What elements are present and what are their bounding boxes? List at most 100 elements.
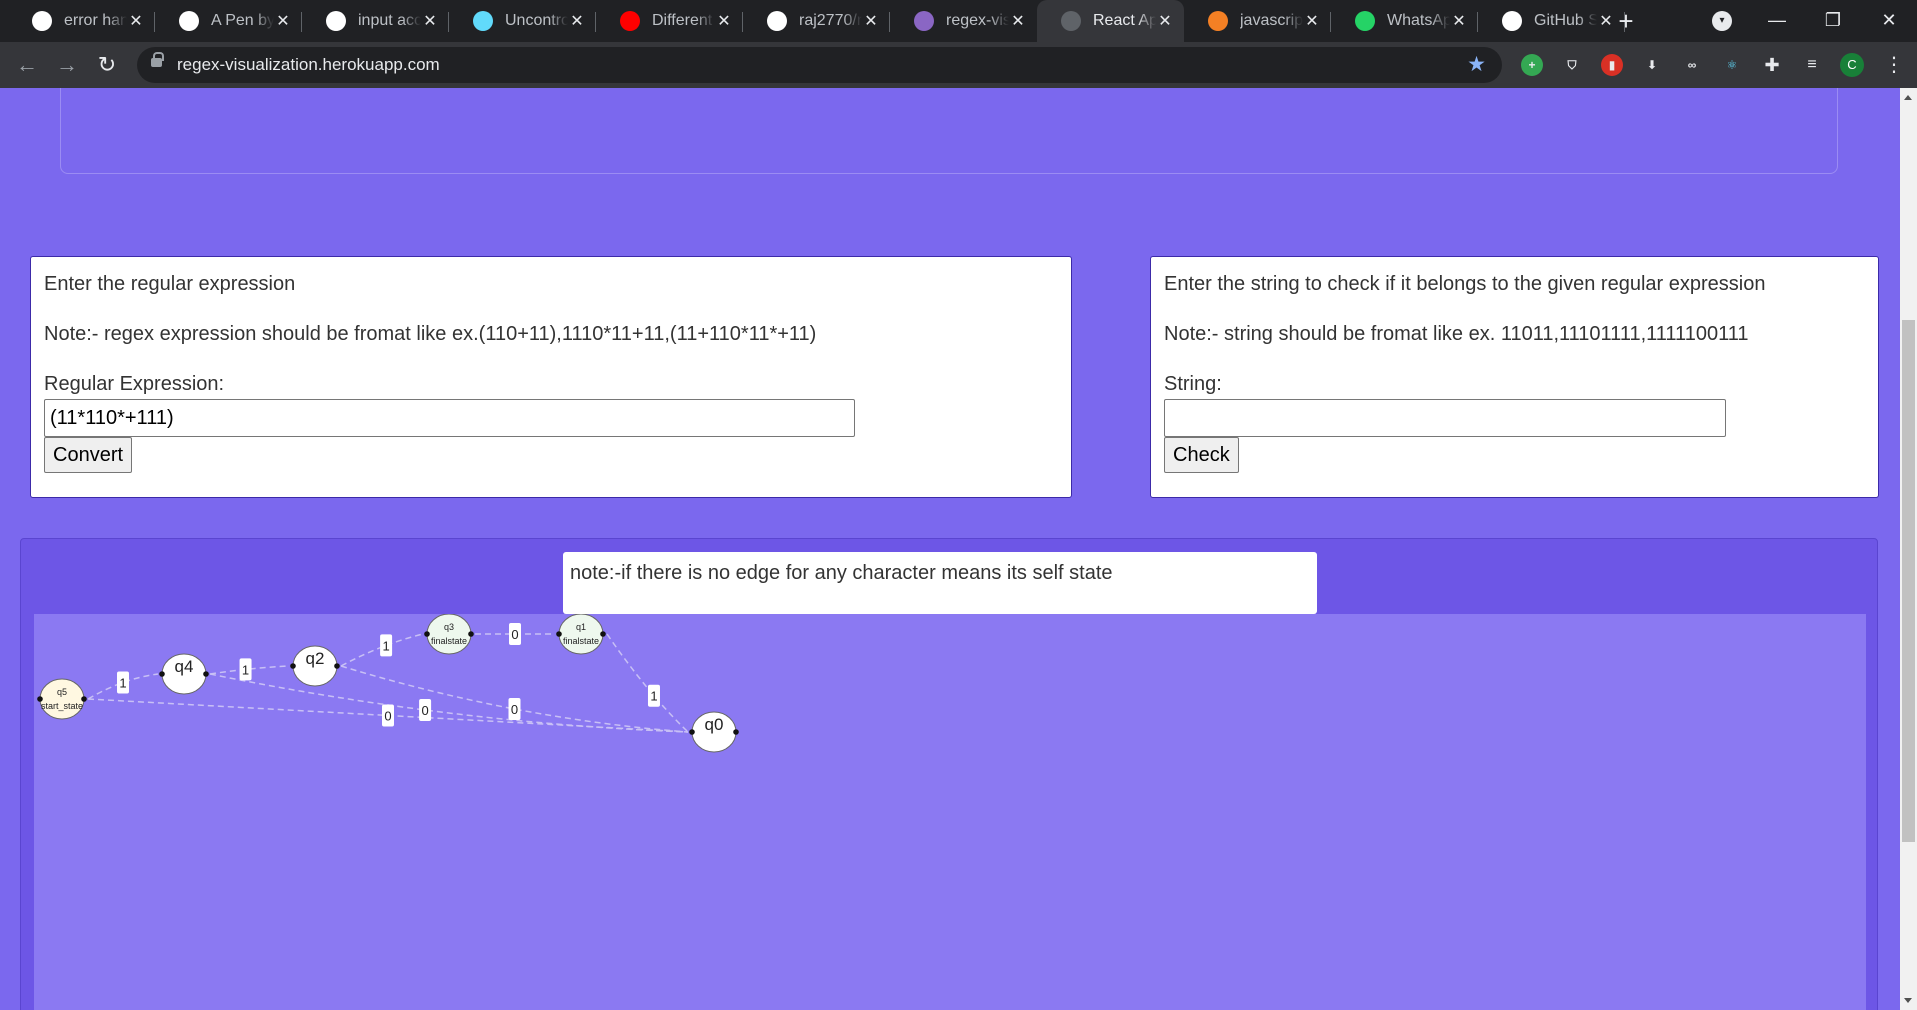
bookmark-star-icon[interactable]: ★ — [1467, 47, 1486, 83]
close-tab-icon[interactable]: ✕ — [1009, 11, 1027, 31]
heroku-icon — [914, 11, 934, 31]
state-handle[interactable] — [600, 631, 606, 637]
close-tab-icon[interactable]: ✕ — [715, 11, 733, 31]
state-handle[interactable] — [203, 671, 209, 677]
browser-tab[interactable]: WhatsApp✕ — [1331, 0, 1478, 42]
browser-tab[interactable]: A Pen by ✕ — [155, 0, 302, 42]
close-window-icon[interactable]: ✕ — [1861, 0, 1917, 42]
state-handle[interactable] — [689, 729, 695, 735]
state-handle[interactable] — [733, 729, 739, 735]
state-node-q0[interactable]: q0 — [689, 711, 739, 753]
close-tab-icon[interactable]: ✕ — [1303, 11, 1321, 31]
state-node-q5[interactable]: q5 start_state — [37, 678, 87, 720]
automaton-graph: 1 1 1 0 1 0 0 0 q5 start_state q4 q2 q3 finalstate q1 f… — [37, 614, 739, 753]
browser-menu-icon[interactable]: ⋮ — [1884, 52, 1904, 78]
close-tab-icon[interactable]: ✕ — [127, 11, 145, 31]
tab-search-icon[interactable]: ▾ — [1712, 11, 1732, 31]
transition-label: 1 — [647, 684, 660, 707]
browser-tab-label: Different — [652, 12, 713, 29]
extensions-puzzle-icon[interactable]: ✚ — [1761, 54, 1783, 76]
browser-tab[interactable]: raj2770/r ✕ — [743, 0, 890, 42]
browser-tab-label: React App — [1093, 12, 1156, 29]
browser-tab-strip: error hand✕A Pen by✕input acc✕Uncontro✕D… — [0, 0, 1917, 42]
transition-label: 0 — [419, 699, 432, 721]
state-type: finalstate — [431, 636, 467, 646]
browser-tab[interactable]: Different ✕ — [596, 0, 743, 42]
state-node-q4[interactable]: q4 — [159, 653, 209, 695]
url-text: regex-visualization.herokuapp.com — [177, 55, 440, 74]
profile-avatar[interactable]: C — [1840, 53, 1864, 77]
github-icon — [1502, 11, 1522, 31]
scroll-up-icon[interactable] — [1904, 95, 1912, 100]
browser-tab[interactable]: error hand✕ — [8, 0, 155, 42]
close-tab-icon[interactable]: ✕ — [568, 11, 586, 31]
state-type: start_state — [41, 701, 83, 711]
browser-tab[interactable]: input acc ✕ — [302, 0, 449, 42]
state-name: q5 — [57, 687, 67, 697]
close-tab-icon[interactable]: ✕ — [1450, 11, 1468, 31]
close-tab-icon[interactable]: ✕ — [274, 11, 292, 31]
extension-download-icon[interactable]: ⬇ — [1641, 54, 1663, 76]
string-input[interactable] — [1164, 399, 1726, 437]
transition-label: 1 — [239, 658, 252, 681]
extension-shield-icon[interactable]: ⛉ — [1561, 54, 1583, 76]
regex-panel-note: Note:- regex expression should be fromat… — [44, 323, 817, 345]
state-name: q0 — [705, 715, 724, 734]
regex-input[interactable] — [44, 399, 855, 437]
state-name: q4 — [175, 657, 194, 676]
state-node-q3[interactable]: q3 finalstate — [424, 614, 474, 655]
automaton-graph-canvas[interactable]: 1 1 1 0 1 0 0 0 q5 start_state q4 q2 q3 finalstate q1 f… — [34, 614, 1866, 1010]
scrollbar-thumb[interactable] — [1902, 320, 1915, 842]
state-node-q2[interactable]: q2 — [290, 645, 340, 687]
close-tab-icon[interactable]: ✕ — [421, 11, 439, 31]
extension-ublock-icon[interactable]: ▮ — [1601, 54, 1623, 76]
back-icon[interactable]: ← — [12, 50, 42, 80]
browser-tab-label: Uncontro — [505, 12, 568, 29]
minimize-icon[interactable]: — — [1749, 0, 1805, 42]
state-name: q3 — [444, 622, 454, 632]
state-handle[interactable] — [556, 631, 562, 637]
browser-tab[interactable]: regex-visu✕ — [890, 0, 1037, 42]
react-icon — [473, 11, 493, 31]
extension-react-icon[interactable]: ⚛ — [1721, 54, 1743, 76]
extension-glasses-icon[interactable]: ∞ — [1681, 54, 1703, 76]
extension-plus-icon[interactable]: + — [1521, 54, 1543, 76]
browser-tab-label: WhatsApp — [1387, 12, 1450, 29]
state-node-q1[interactable]: q1 finalstate — [556, 614, 606, 655]
state-circle — [39, 678, 85, 720]
scroll-down-icon[interactable] — [1904, 998, 1912, 1003]
browser-tab[interactable]: Uncontro ✕ — [449, 0, 596, 42]
state-circle — [426, 614, 472, 655]
convert-button[interactable]: Convert — [44, 437, 133, 473]
new-tab-button[interactable]: + — [1611, 6, 1641, 36]
browser-tab-label: error hand — [64, 12, 127, 29]
browser-tab[interactable]: React App✕ — [1037, 0, 1184, 42]
transition-label-text: 1 — [382, 638, 389, 653]
state-handle[interactable] — [159, 671, 165, 677]
string-panel-note: Note:- string should be fromat like ex. … — [1164, 323, 1749, 345]
string-panel-title: Enter the string to check if it belongs … — [1164, 273, 1766, 295]
restore-icon[interactable]: ❐ — [1805, 0, 1861, 42]
forward-icon[interactable]: → — [52, 50, 82, 80]
browser-tab[interactable]: javascript ✕ — [1184, 0, 1331, 42]
state-handle[interactable] — [290, 663, 296, 669]
state-handle[interactable] — [468, 631, 474, 637]
transition-label: 0 — [508, 698, 521, 720]
close-tab-icon[interactable]: ✕ — [1156, 11, 1174, 31]
regex-panel-title: Enter the regular expression — [44, 273, 296, 295]
check-button[interactable]: Check — [1164, 437, 1239, 473]
upper-section-box — [60, 88, 1838, 174]
string-panel: Enter the string to check if it belongs … — [1150, 256, 1879, 498]
transition-label: 0 — [382, 704, 394, 727]
reading-list-icon[interactable]: ≡ — [1801, 54, 1823, 76]
transition-label: 1 — [380, 634, 393, 657]
state-name: q1 — [576, 622, 586, 632]
state-handle[interactable] — [424, 631, 430, 637]
vertical-scrollbar[interactable] — [1900, 88, 1917, 1010]
address-bar[interactable]: regex-visualization.herokuapp.com ★ — [137, 47, 1502, 83]
browser-tab[interactable]: GitHub St ✕ — [1478, 0, 1625, 42]
state-handle[interactable] — [334, 663, 340, 669]
close-tab-icon[interactable]: ✕ — [862, 11, 880, 31]
reload-icon[interactable]: ↻ — [92, 50, 122, 80]
transition-label-text: 1 — [242, 662, 249, 677]
